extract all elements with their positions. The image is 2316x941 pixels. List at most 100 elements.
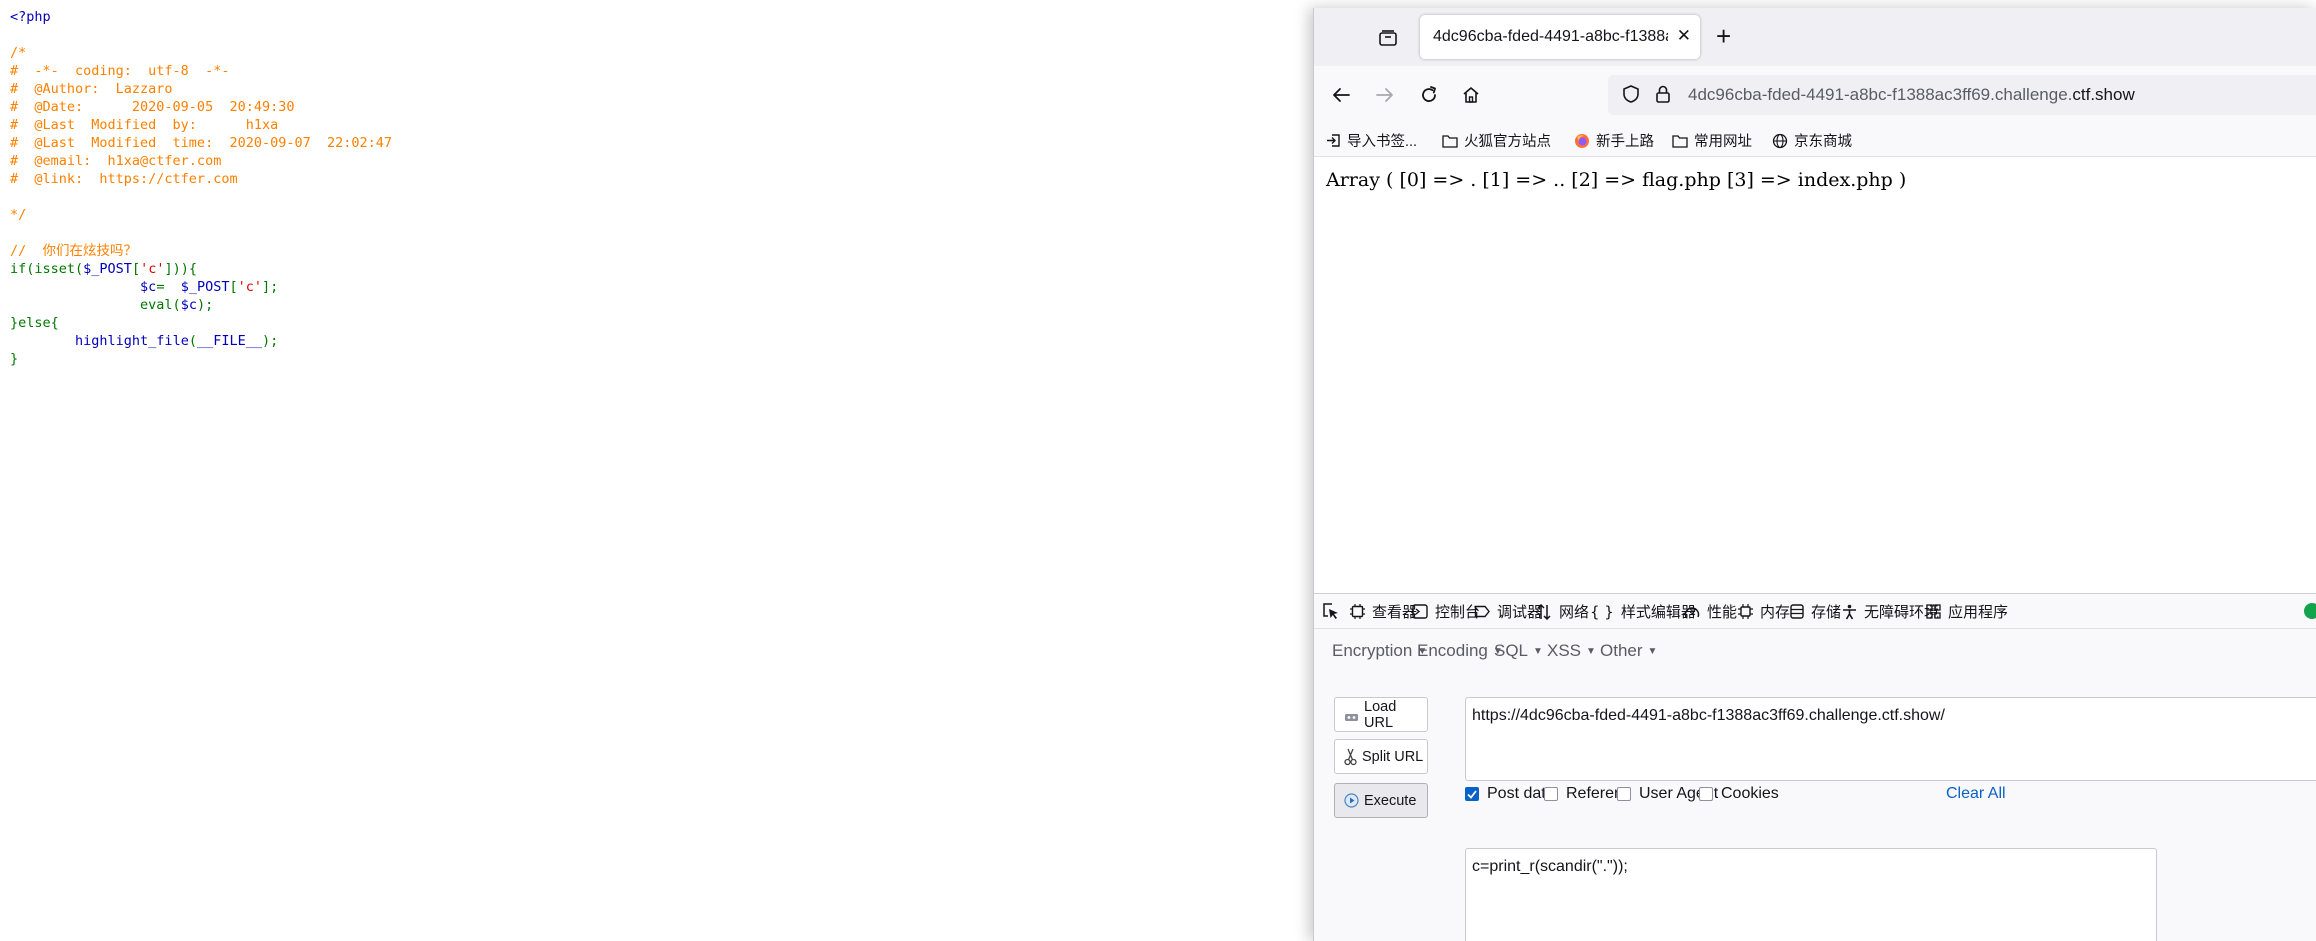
- code-token: 'c': [237, 279, 263, 295]
- code-token: =: [156, 279, 181, 295]
- checkbox-unchecked-icon[interactable]: [1544, 787, 1558, 801]
- element-picker-icon[interactable]: [1322, 602, 1340, 624]
- devtools-tab-debugger[interactable]: 调试器: [1474, 601, 1542, 622]
- tab-bar: 4dc96cba-fded-4491-a8bc-f1388ac3ff69.cha…: [1314, 8, 2316, 66]
- hackbar-menu-other[interactable]: Other ▼: [1600, 641, 1657, 661]
- post-data-textarea[interactable]: c=print_r(scandir("."));: [1465, 848, 2157, 941]
- checkbox-label: Referer: [1566, 785, 1620, 802]
- code-line: # @Last Modified by: h1xa: [10, 116, 392, 134]
- code-token: # @Last Modified time: 2020-09-07 22:02:…: [10, 135, 393, 151]
- bookmark-common-sites[interactable]: 常用网址: [1672, 130, 1752, 151]
- devtools-toolbar: 查看器 控制台 调试器 网络 { } 样式编辑器 性能 内存 存储 无障碍环境 …: [1314, 594, 2316, 629]
- lock-icon[interactable]: [1654, 84, 1672, 109]
- code-line: if(isset($_POST['c'])){: [10, 260, 392, 278]
- post-data-checkbox[interactable]: Post data: [1465, 785, 1555, 803]
- arrow-right-icon[interactable]: [1370, 80, 1400, 110]
- load-url-button[interactable]: Load URL: [1334, 697, 1428, 732]
- play-icon: [1344, 793, 1359, 808]
- code-token: $_POST: [180, 279, 230, 295]
- code-token: // 你们在炫技吗？: [10, 243, 138, 259]
- code-token: }: [10, 351, 19, 367]
- home-icon[interactable]: [1456, 80, 1486, 110]
- code-line: $c= $_POST['c'];: [10, 278, 392, 296]
- checkbox-checked-icon[interactable]: [1465, 787, 1479, 801]
- code-line: <?php: [10, 8, 392, 26]
- code-token: /*: [10, 45, 27, 61]
- code-token: );: [262, 333, 279, 349]
- clear-all-link[interactable]: Clear All: [1946, 785, 2006, 803]
- load-url-icon: [1344, 708, 1359, 722]
- hackbar-menu-label: Encryption: [1332, 641, 1413, 660]
- hackbar-menu: Encryption ▼ Encoding ▼ SQL ▼ XSS ▼ Other ▼: [1324, 628, 1684, 676]
- hackbar-menu-label: Encoding: [1417, 641, 1488, 660]
- devtools-tab-storage[interactable]: 存储: [1790, 601, 1841, 622]
- bookmark-jd-mall[interactable]: 京东商城: [1772, 130, 1852, 151]
- import-icon: [1326, 133, 1341, 148]
- devtools-tab-memory[interactable]: 内存: [1738, 601, 1790, 622]
- hackbar-url-textarea[interactable]: https://4dc96cba-fded-4491-a8bc-f1388ac3…: [1465, 697, 2316, 781]
- code-line: }: [10, 350, 392, 368]
- shield-icon[interactable]: [1622, 84, 1640, 109]
- execute-button[interactable]: Execute: [1334, 783, 1428, 818]
- status-badge-icon[interactable]: [2304, 603, 2316, 619]
- hackbar-menu-label: SQL: [1494, 641, 1529, 660]
- hackbar-menu-label: XSS: [1547, 641, 1582, 660]
- debugger-icon: [1474, 605, 1490, 618]
- code-line: # @Date: 2020-09-05 20:49:30: [10, 98, 392, 116]
- hackbar-menu-encryption[interactable]: Encryption ▼: [1332, 641, 1427, 661]
- folder-icon: [1442, 134, 1458, 148]
- network-icon: [1536, 603, 1552, 620]
- code-line: # @Author: Lazzaro: [10, 80, 392, 98]
- code-token: ];: [262, 279, 279, 295]
- devtools-tab-style-editor[interactable]: { } 样式编辑器: [1590, 601, 1696, 622]
- bookmark-label: 常用网址: [1694, 134, 1752, 150]
- checkbox-unchecked-icon[interactable]: [1699, 787, 1713, 801]
- code-token: $_POST: [83, 261, 132, 277]
- devtools-tab-console[interactable]: 控制台: [1412, 601, 1480, 622]
- bookmark-label: 新手上路: [1596, 134, 1654, 150]
- code-token: 'c': [140, 261, 165, 277]
- close-icon[interactable]: ✕: [1677, 26, 1691, 46]
- performance-icon: [1684, 605, 1700, 619]
- devtools-tab-label: 性能: [1707, 604, 1738, 621]
- code-token: # -*- coding: utf-8 -*-: [10, 63, 230, 79]
- devtools-tab-application[interactable]: 应用程序: [1926, 601, 2008, 622]
- code-line: # @link: https://ctfer.com: [10, 170, 392, 188]
- devtools-tab-inspector[interactable]: 查看器: [1350, 601, 1417, 622]
- devtools-tab-network[interactable]: 网络: [1536, 601, 1589, 622]
- code-line: }else{: [10, 314, 392, 332]
- devtools-tab-performance[interactable]: 性能: [1684, 601, 1737, 622]
- tab-list-icon[interactable]: [1374, 24, 1402, 52]
- tab-active[interactable]: 4dc96cba-fded-4491-a8bc-f1388ac3ff69.cha…: [1420, 15, 1700, 59]
- code-token: [: [131, 261, 141, 277]
- devtools-tab-label: 应用程序: [1948, 604, 2009, 621]
- referer-checkbox[interactable]: Referer: [1544, 785, 1619, 803]
- devtools-tab-label: 存储: [1811, 604, 1842, 621]
- button-label: Execute: [1364, 792, 1417, 809]
- bookmark-getting-started[interactable]: 新手上路: [1574, 130, 1654, 151]
- code-token: # @email: h1xa@ctfer.com: [10, 153, 222, 169]
- checkbox-label: Cookies: [1721, 785, 1779, 802]
- code-token: ])){: [164, 261, 197, 277]
- code-line: # @email: h1xa@ctfer.com: [10, 152, 392, 170]
- inspector-icon: [1350, 604, 1365, 619]
- devtools-tab-label: 网络: [1559, 604, 1590, 621]
- reload-icon[interactable]: [1414, 80, 1444, 110]
- address-bar[interactable]: 4dc96cba-fded-4491-a8bc-f1388ac3ff69.cha…: [1608, 75, 2316, 115]
- bookmark-firefox-official[interactable]: 火狐官方站点: [1442, 130, 1551, 151]
- devtools-tab-accessibility[interactable]: 无障碍环境: [1842, 601, 1939, 622]
- split-url-button[interactable]: Split URL: [1334, 739, 1428, 774]
- bookmark-label: 导入书签...: [1347, 134, 1418, 150]
- bookmark-import[interactable]: 导入书签...: [1326, 130, 1417, 151]
- cookies-checkbox[interactable]: Cookies: [1699, 785, 1779, 803]
- new-tab-plus-icon[interactable]: +: [1716, 22, 1731, 50]
- hackbar-menu-xss[interactable]: XSS ▼: [1547, 641, 1596, 661]
- hackbar-menu-sql[interactable]: SQL ▼: [1494, 641, 1543, 661]
- application-icon: [1926, 604, 1941, 619]
- bookmark-label: 京东商城: [1794, 134, 1852, 150]
- checkbox-unchecked-icon[interactable]: [1617, 787, 1631, 801]
- arrow-left-icon[interactable]: [1326, 80, 1356, 110]
- hackbar-menu-encoding[interactable]: Encoding ▼: [1417, 641, 1503, 661]
